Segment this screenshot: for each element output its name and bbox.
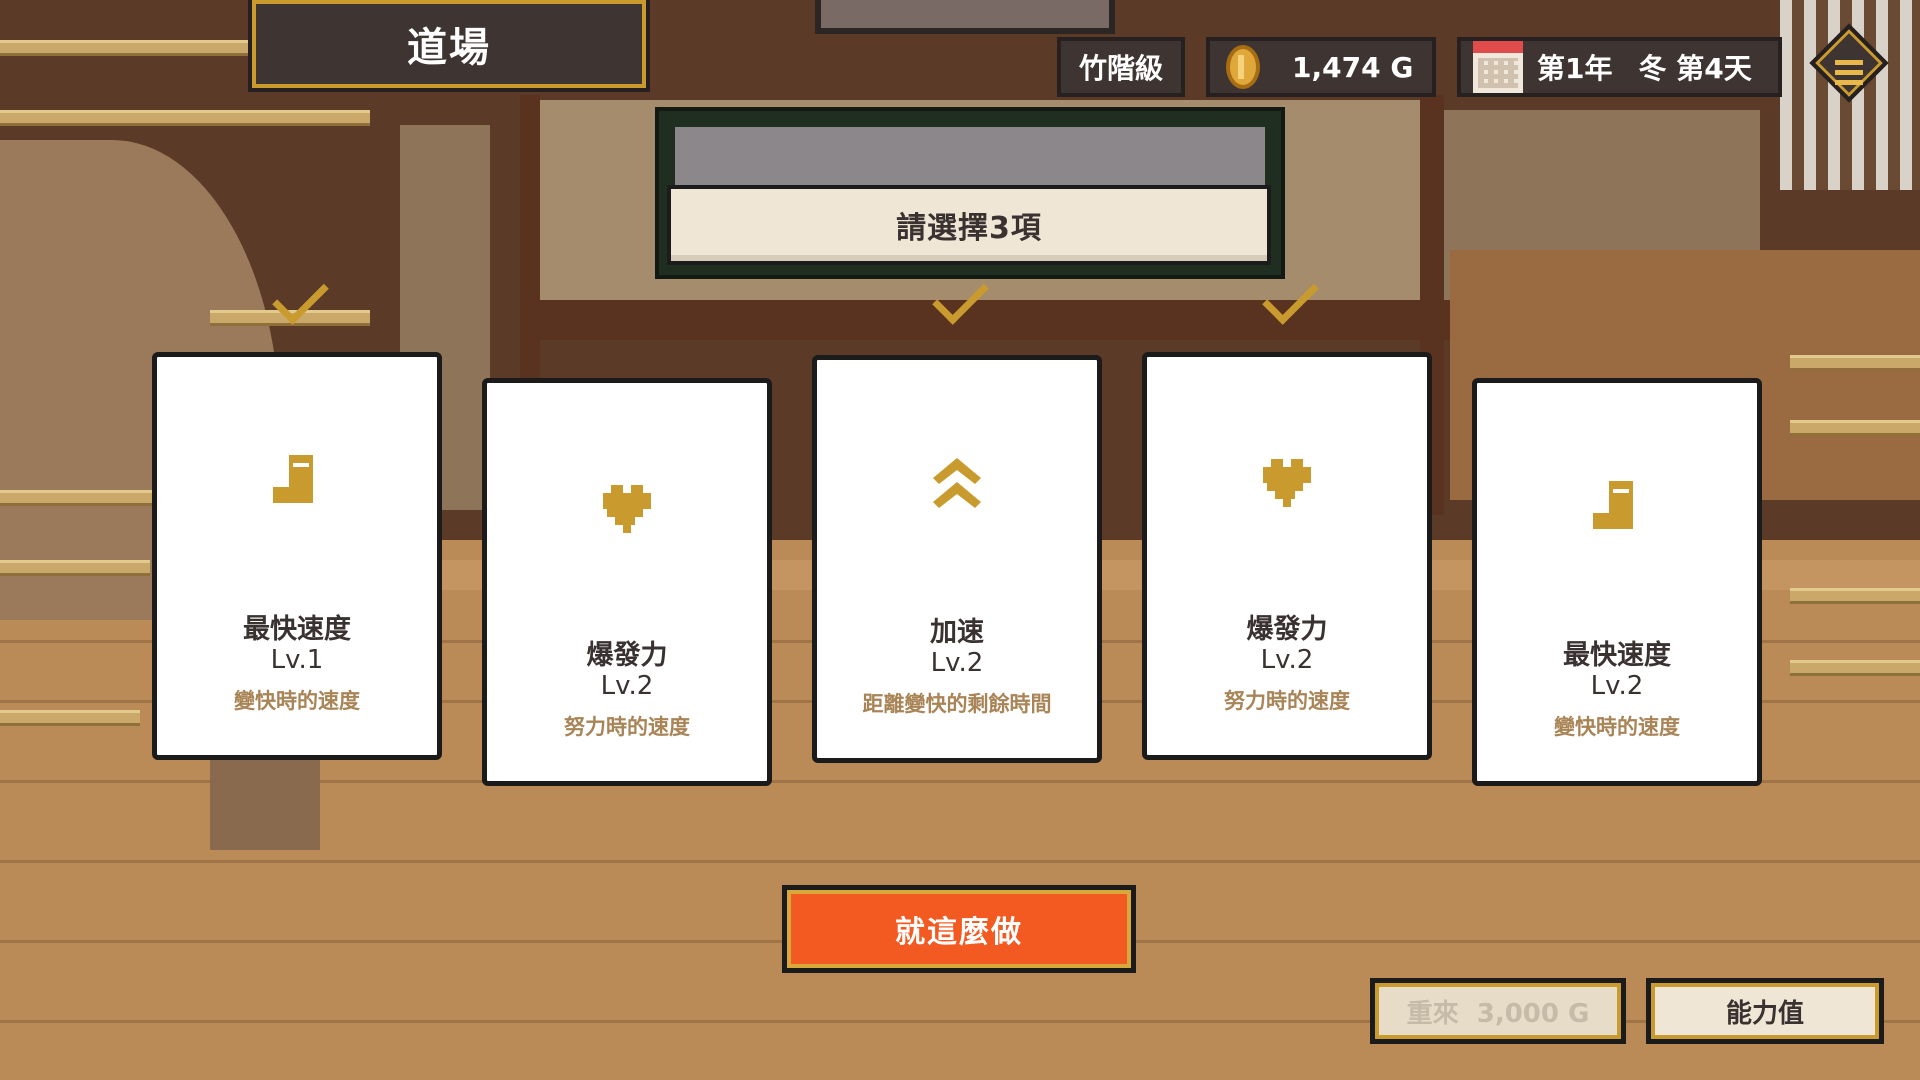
card-description: 努力時的速度 bbox=[1224, 689, 1350, 713]
card-level: Lv.2 bbox=[1590, 671, 1644, 701]
year-label: 第1年 bbox=[1537, 52, 1613, 85]
menu-button[interactable] bbox=[1809, 20, 1889, 106]
rank-badge: 竹階級 bbox=[1057, 37, 1185, 97]
card-name: 加速 bbox=[930, 617, 984, 648]
card-description: 努力時的速度 bbox=[564, 715, 690, 739]
rope bbox=[0, 490, 160, 506]
upgrade-card-2[interactable]: 爆發力 Lv.2 努力時的速度 bbox=[482, 378, 772, 786]
chevron-up-icon bbox=[927, 452, 987, 512]
heart-icon bbox=[597, 475, 657, 535]
confirm-label: 就這麼做 bbox=[895, 915, 1023, 950]
rope bbox=[1790, 420, 1920, 436]
card-level: Lv.1 bbox=[270, 645, 324, 675]
rope bbox=[0, 710, 140, 726]
card-name: 爆發力 bbox=[1246, 614, 1328, 645]
rank-label: 竹階級 bbox=[1078, 52, 1163, 85]
rope bbox=[0, 40, 250, 56]
hamburger-icon bbox=[1835, 60, 1863, 90]
card-name: 爆發力 bbox=[586, 640, 668, 671]
confirm-button[interactable]: 就這麼做 bbox=[782, 885, 1136, 973]
window-frame bbox=[815, 0, 1115, 34]
screen-title-plate: 道場 bbox=[248, 0, 650, 92]
rope bbox=[1790, 588, 1920, 604]
rope bbox=[0, 110, 370, 126]
date-display: 第1年 冬 第4天 bbox=[1457, 37, 1782, 97]
screen-title: 道場 bbox=[407, 25, 491, 71]
floor-line bbox=[0, 1020, 1920, 1023]
instruction-text: 請選擇3項 bbox=[896, 211, 1042, 246]
card-name: 最快速度 bbox=[243, 614, 351, 645]
stats-label: 能力值 bbox=[1725, 998, 1804, 1029]
card-name: 最快速度 bbox=[1563, 640, 1671, 671]
instruction-slip: 請選擇3項 bbox=[667, 185, 1271, 265]
upgrade-card-1[interactable]: 最快速度 Lv.1 變快時的速度 bbox=[152, 352, 442, 760]
upgrade-card-5[interactable]: 最快速度 Lv.2 變快時的速度 bbox=[1472, 378, 1762, 786]
card-description: 變快時的速度 bbox=[234, 689, 360, 713]
card-level: Lv.2 bbox=[600, 671, 654, 701]
boot-icon bbox=[1587, 475, 1647, 535]
rope bbox=[0, 560, 150, 576]
heart-icon bbox=[1257, 449, 1317, 509]
card-level: Lv.2 bbox=[1260, 645, 1314, 675]
card-level: Lv.2 bbox=[930, 648, 984, 678]
coin-icon bbox=[1226, 45, 1260, 89]
gold-amount: 1,474 G bbox=[1292, 50, 1414, 84]
upgrade-card-3[interactable]: 加速 Lv.2 距離變快的剩餘時間 bbox=[812, 355, 1102, 763]
board-screen bbox=[675, 127, 1265, 187]
card-description: 距離變快的剩餘時間 bbox=[862, 692, 1052, 716]
boot-icon bbox=[267, 449, 327, 509]
sack-base bbox=[210, 760, 320, 850]
rope bbox=[1790, 660, 1920, 676]
reroll-label: 重來 3,000 G bbox=[1406, 998, 1590, 1029]
gold-display: 1,474 G bbox=[1206, 37, 1436, 97]
stats-button[interactable]: 能力值 bbox=[1646, 978, 1884, 1044]
upgrade-card-4[interactable]: 爆發力 Lv.2 努力時的速度 bbox=[1142, 352, 1432, 760]
rope bbox=[1790, 355, 1920, 371]
card-description: 變快時的速度 bbox=[1554, 715, 1680, 739]
reroll-button[interactable]: 重來 3,000 G bbox=[1370, 978, 1626, 1044]
wall-beam bbox=[520, 300, 1450, 340]
season-day-label: 冬 第4天 bbox=[1638, 52, 1752, 85]
floor-line bbox=[0, 860, 1920, 863]
instruction-board: 請選擇3項 bbox=[655, 107, 1285, 279]
calendar-icon bbox=[1473, 41, 1523, 93]
